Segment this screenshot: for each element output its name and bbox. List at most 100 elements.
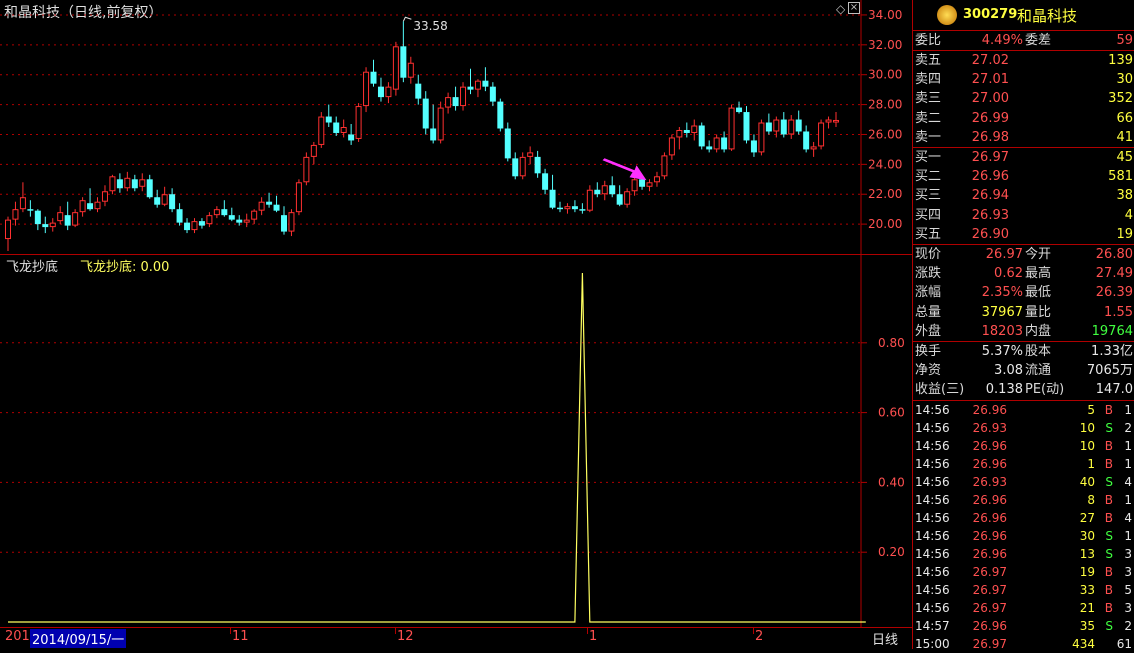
candle-body [169,194,176,210]
tick-price: 26.93 [972,421,1007,435]
candle-body [79,200,86,213]
chart-area[interactable]: 和晶科技（日线,前复权） ◇ × 34.00 32.00 30.00 28.00 26.… [0,0,912,649]
candle [728,104,735,151]
candle [57,206,64,225]
period-label[interactable]: 日线 [872,629,898,648]
tick-volume: 10 [1079,421,1095,435]
tick-row: 14:56 26.96 5 B 1 [913,401,1134,419]
indicator-tick-label: 0.80 [878,336,905,350]
candle [713,134,720,153]
price-tick-label: 34.00 [868,8,902,22]
candle-body [713,137,720,150]
candle [833,112,839,127]
fund-label: 净资 [915,363,942,379]
bid-price: 26.90 [971,226,1009,242]
candle [64,201,71,231]
candle-body [653,176,660,183]
candle [266,192,273,208]
x-label-2: 12 [397,629,414,644]
candle [497,98,504,132]
stat-value: 18203 [981,323,1023,339]
ask-label: 卖一 [915,129,942,145]
tick-count: 3 [1124,565,1132,579]
stat-row: 总量 37967 量比 1.55 [913,303,1134,322]
indicator-tick-label: 0.40 [878,475,905,489]
tick-price: 26.96 [972,439,1007,453]
candle-body [564,206,571,210]
candle-body [497,101,504,129]
tick-side: B [1104,493,1113,507]
candle-body [489,86,496,102]
ask-price: 27.00 [971,91,1009,107]
ask-row: 卖五 27.02 139 [913,51,1134,70]
ask-row: 卖一 26.98 41 [913,128,1134,147]
candle-body [355,106,362,139]
stock-code: 300279 [963,7,1018,22]
ask-volume: 41 [1116,129,1133,145]
candle-body [116,179,123,189]
x-label-0: 201 [5,629,30,644]
candle [116,173,123,193]
candle-body [42,224,49,228]
candle [661,152,668,180]
candle-body [243,219,250,223]
tick-count: 5 [1124,583,1132,597]
ask-label: 卖四 [915,72,942,88]
candle-body [295,182,302,213]
candle [19,182,26,213]
candle-body [206,215,213,225]
candle-body [34,210,41,225]
tick-395 [395,628,396,634]
candle [184,218,191,234]
candle-body [310,144,317,157]
candle-body [728,107,735,150]
indicator-chart[interactable]: 0.80 0.60 0.40 0.20 [0,255,912,628]
fund-label: 收益(三) [915,382,965,398]
fund-value: 0.138 [985,382,1023,398]
candle [109,174,116,195]
candle [146,174,153,199]
stat-value: 19764 [1091,323,1133,339]
fund-label: 股本 [1025,344,1052,359]
candle [743,106,750,144]
tick-volume: 35 [1079,619,1095,633]
tick-volume: 19 [1079,565,1095,579]
tick-time: 14:56 [915,511,950,525]
candle [594,182,601,198]
ask-row: 卖三 27.00 352 [913,89,1134,108]
candle [213,206,220,219]
candle [825,116,832,129]
candle [101,185,108,207]
tick-side: S [1105,619,1113,633]
tick-time: 14:56 [915,565,950,579]
candle [176,203,183,226]
tick-side: S [1105,529,1113,543]
candle-body [504,128,511,159]
candle-body [579,209,586,211]
logo-icon [937,5,957,25]
candle [355,103,362,142]
candle-body [281,215,287,232]
candle [34,209,41,231]
weicha-label: 委差 [1025,33,1052,48]
ask-label: 卖二 [915,110,942,126]
candle-body [743,112,750,141]
candle-body [594,189,601,195]
candle-body [422,98,429,129]
candle [221,200,228,217]
tick-price: 26.96 [972,403,1007,417]
tick-count: 3 [1124,547,1132,561]
stat-row: 涨跌 0.62 最高 27.49 [913,264,1134,283]
candle [303,152,310,186]
tick-side: S [1105,547,1113,561]
candle-body [303,156,310,183]
candle-body [527,152,534,157]
indicator-tick-label: 0.60 [878,406,905,420]
candle-body [72,212,79,226]
stat-value: 26.80 [1095,247,1133,262]
candle-body [5,219,11,240]
bid-label: 买三 [915,188,942,204]
candle-body [661,155,668,177]
price-chart[interactable]: 34.00 32.00 30.00 28.00 26.00 24.00 22.00 20.00… [0,0,912,255]
candle-body [586,189,593,211]
